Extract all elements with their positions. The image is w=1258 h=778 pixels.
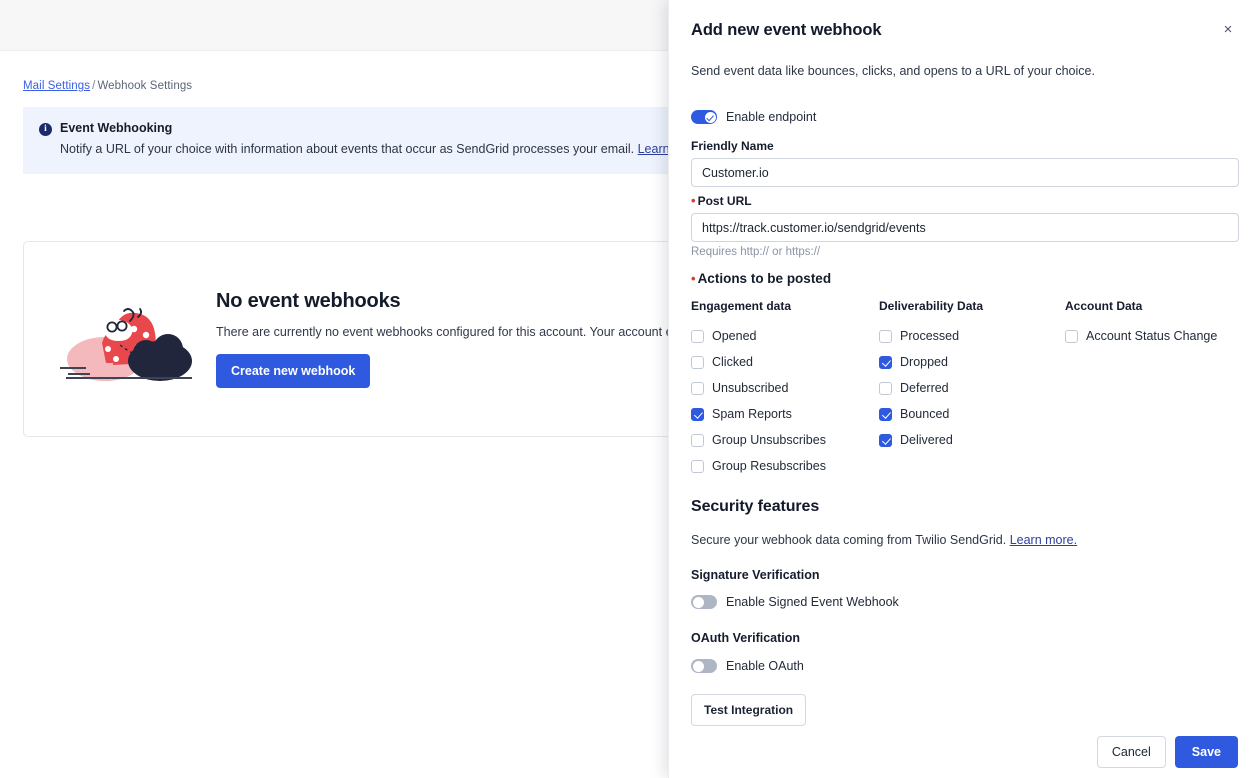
friendly-name-label: Friendly Name: [691, 139, 774, 153]
checkbox-icon[interactable]: [1065, 329, 1078, 343]
checkbox-item[interactable]: Bounced: [879, 401, 1065, 427]
info-icon: i: [39, 123, 52, 136]
friendly-name-field-group: Friendly Name: [691, 139, 1239, 187]
column-title: Deliverability Data: [879, 299, 984, 313]
checkbox-label: Deferred: [900, 381, 949, 395]
checkbox-label: Bounced: [900, 407, 950, 421]
create-new-webhook-button[interactable]: Create new webhook: [216, 354, 371, 388]
breadcrumb-link-mail-settings[interactable]: Mail Settings: [23, 80, 90, 92]
checkbox-column-engagement-data: Engagement data Opened Clicked Unsubscri…: [691, 299, 879, 479]
checkbox-label: Unsubscribed: [712, 381, 789, 395]
toggle-knob: [692, 596, 704, 608]
close-icon[interactable]: ×: [1218, 20, 1238, 40]
panel-subtitle: Send event data like bounces, clicks, an…: [691, 64, 1095, 78]
enable-endpoint-toggle[interactable]: [691, 110, 717, 124]
post-url-field-group: •Post URL Requires http:// or https://: [691, 194, 1239, 258]
checkbox-label: Opened: [712, 329, 757, 343]
info-banner-title: Event Webhooking: [60, 121, 173, 135]
security-features-subtitle: Secure your webhook data coming from Twi…: [691, 533, 1077, 547]
checkbox-icon[interactable]: [879, 329, 892, 343]
enable-endpoint-label: Enable endpoint: [726, 110, 817, 124]
security-subtitle-text: Secure your webhook data coming from Twi…: [691, 533, 1007, 547]
checkbox-icon[interactable]: [879, 381, 892, 395]
checkbox-icon[interactable]: [879, 433, 892, 447]
enable-signed-event-webhook-toggle[interactable]: [691, 595, 717, 609]
oauth-row: Enable OAuth: [691, 659, 804, 673]
app-window: Mail Settings/Webhook Settings Event Web…: [0, 0, 1258, 778]
panel-title: Add new event webhook: [691, 21, 882, 39]
required-marker-icon: •: [691, 193, 696, 208]
toggle-knob: [692, 660, 704, 672]
enable-oauth-label: Enable OAuth: [726, 659, 804, 673]
checkbox-item[interactable]: Unsubscribed: [691, 375, 879, 401]
info-banner: i Event Webhooking Notify a URL of your …: [23, 107, 723, 174]
empty-state-illustration: [50, 287, 200, 392]
checkbox-icon[interactable]: [879, 407, 892, 421]
checkbox-item[interactable]: Processed: [879, 323, 1065, 349]
test-integration-button[interactable]: Test Integration: [691, 694, 807, 726]
actions-title-text: Actions to be posted: [697, 271, 832, 286]
post-url-label: • Post URL: [691, 194, 1239, 208]
checkbox-item[interactable]: Account Status Change: [1065, 323, 1239, 349]
security-learn-more-link[interactable]: Learn more.: [1010, 533, 1077, 547]
toggle-knob-check-icon: [704, 111, 716, 123]
checkbox-item[interactable]: Delivered: [879, 427, 1065, 453]
checkbox-label: Processed: [900, 329, 960, 343]
info-banner-text: Notify a URL of your choice with informa…: [60, 142, 635, 156]
checkbox-icon[interactable]: [691, 459, 704, 473]
post-url-input[interactable]: [691, 213, 1239, 242]
checkbox-label: Group Unsubscribes: [712, 433, 826, 447]
signed-event-webhook-label: Enable Signed Event Webhook: [726, 595, 899, 609]
actions-checkbox-grid: Engagement data Opened Clicked Unsubscri…: [691, 299, 1239, 479]
checkbox-column-deliverability-data: Deliverability Data Processed Dropped De…: [879, 299, 1065, 479]
checkbox-item[interactable]: Opened: [691, 323, 879, 349]
checkbox-column-account-data: Account Data Account Status Change: [1065, 299, 1239, 479]
actions-to-be-posted-title: • Actions to be posted: [691, 271, 831, 286]
info-banner-body: Notify a URL of your choice with informa…: [60, 141, 707, 158]
checkbox-item[interactable]: Clicked: [691, 349, 879, 375]
checkbox-item[interactable]: Spam Reports: [691, 401, 879, 427]
checkbox-label: Clicked: [712, 355, 753, 369]
checkbox-label: Spam Reports: [712, 407, 792, 421]
enable-oauth-toggle[interactable]: [691, 659, 717, 673]
breadcrumb: Mail Settings / Webhook Settings: [23, 80, 680, 92]
checkbox-icon[interactable]: [879, 355, 892, 369]
add-event-webhook-panel: Add new event webhook × Send event data …: [668, 0, 1258, 778]
post-url-label-text: Post URL: [697, 194, 752, 208]
checkbox-label: Account Status Change: [1086, 329, 1218, 343]
post-url-helper-text: Requires http:// or https://: [691, 246, 821, 258]
column-title: Engagement data: [691, 299, 792, 313]
checkbox-icon[interactable]: [691, 329, 704, 343]
checkbox-icon[interactable]: [691, 381, 704, 395]
required-marker-icon: •: [691, 271, 696, 286]
security-features-title: Security features: [691, 498, 820, 515]
signature-verification-heading: Signature Verification: [691, 568, 820, 582]
checkbox-label: Group Resubscribes: [712, 459, 826, 473]
checkbox-item[interactable]: Deferred: [879, 375, 1065, 401]
column-title: Account Data: [1065, 299, 1143, 313]
checkbox-icon[interactable]: [691, 433, 704, 447]
checkbox-icon[interactable]: [691, 355, 704, 369]
checkbox-label: Dropped: [900, 355, 948, 369]
empty-state-card: No event webhooks There are currently no…: [23, 241, 723, 437]
checkbox-item[interactable]: Group Resubscribes: [691, 453, 879, 479]
enable-endpoint-row: Enable endpoint: [691, 110, 816, 124]
cancel-button[interactable]: Cancel: [1096, 736, 1166, 768]
panel-footer: Cancel Save: [1096, 736, 1238, 768]
checkbox-item[interactable]: Dropped: [879, 349, 1065, 375]
oauth-verification-heading: OAuth Verification: [691, 631, 801, 645]
friendly-name-input[interactable]: [691, 158, 1239, 187]
checkbox-item[interactable]: Group Unsubscribes: [691, 427, 879, 453]
breadcrumb-current: Webhook Settings: [97, 80, 193, 92]
empty-state-title: No event webhooks: [216, 290, 401, 312]
empty-state-description: There are currently no event webhooks co…: [216, 325, 723, 339]
signed-event-webhook-row: Enable Signed Event Webhook: [691, 595, 899, 609]
checkbox-label: Delivered: [900, 433, 953, 447]
save-button[interactable]: Save: [1174, 736, 1238, 768]
checkbox-icon[interactable]: [691, 407, 704, 421]
